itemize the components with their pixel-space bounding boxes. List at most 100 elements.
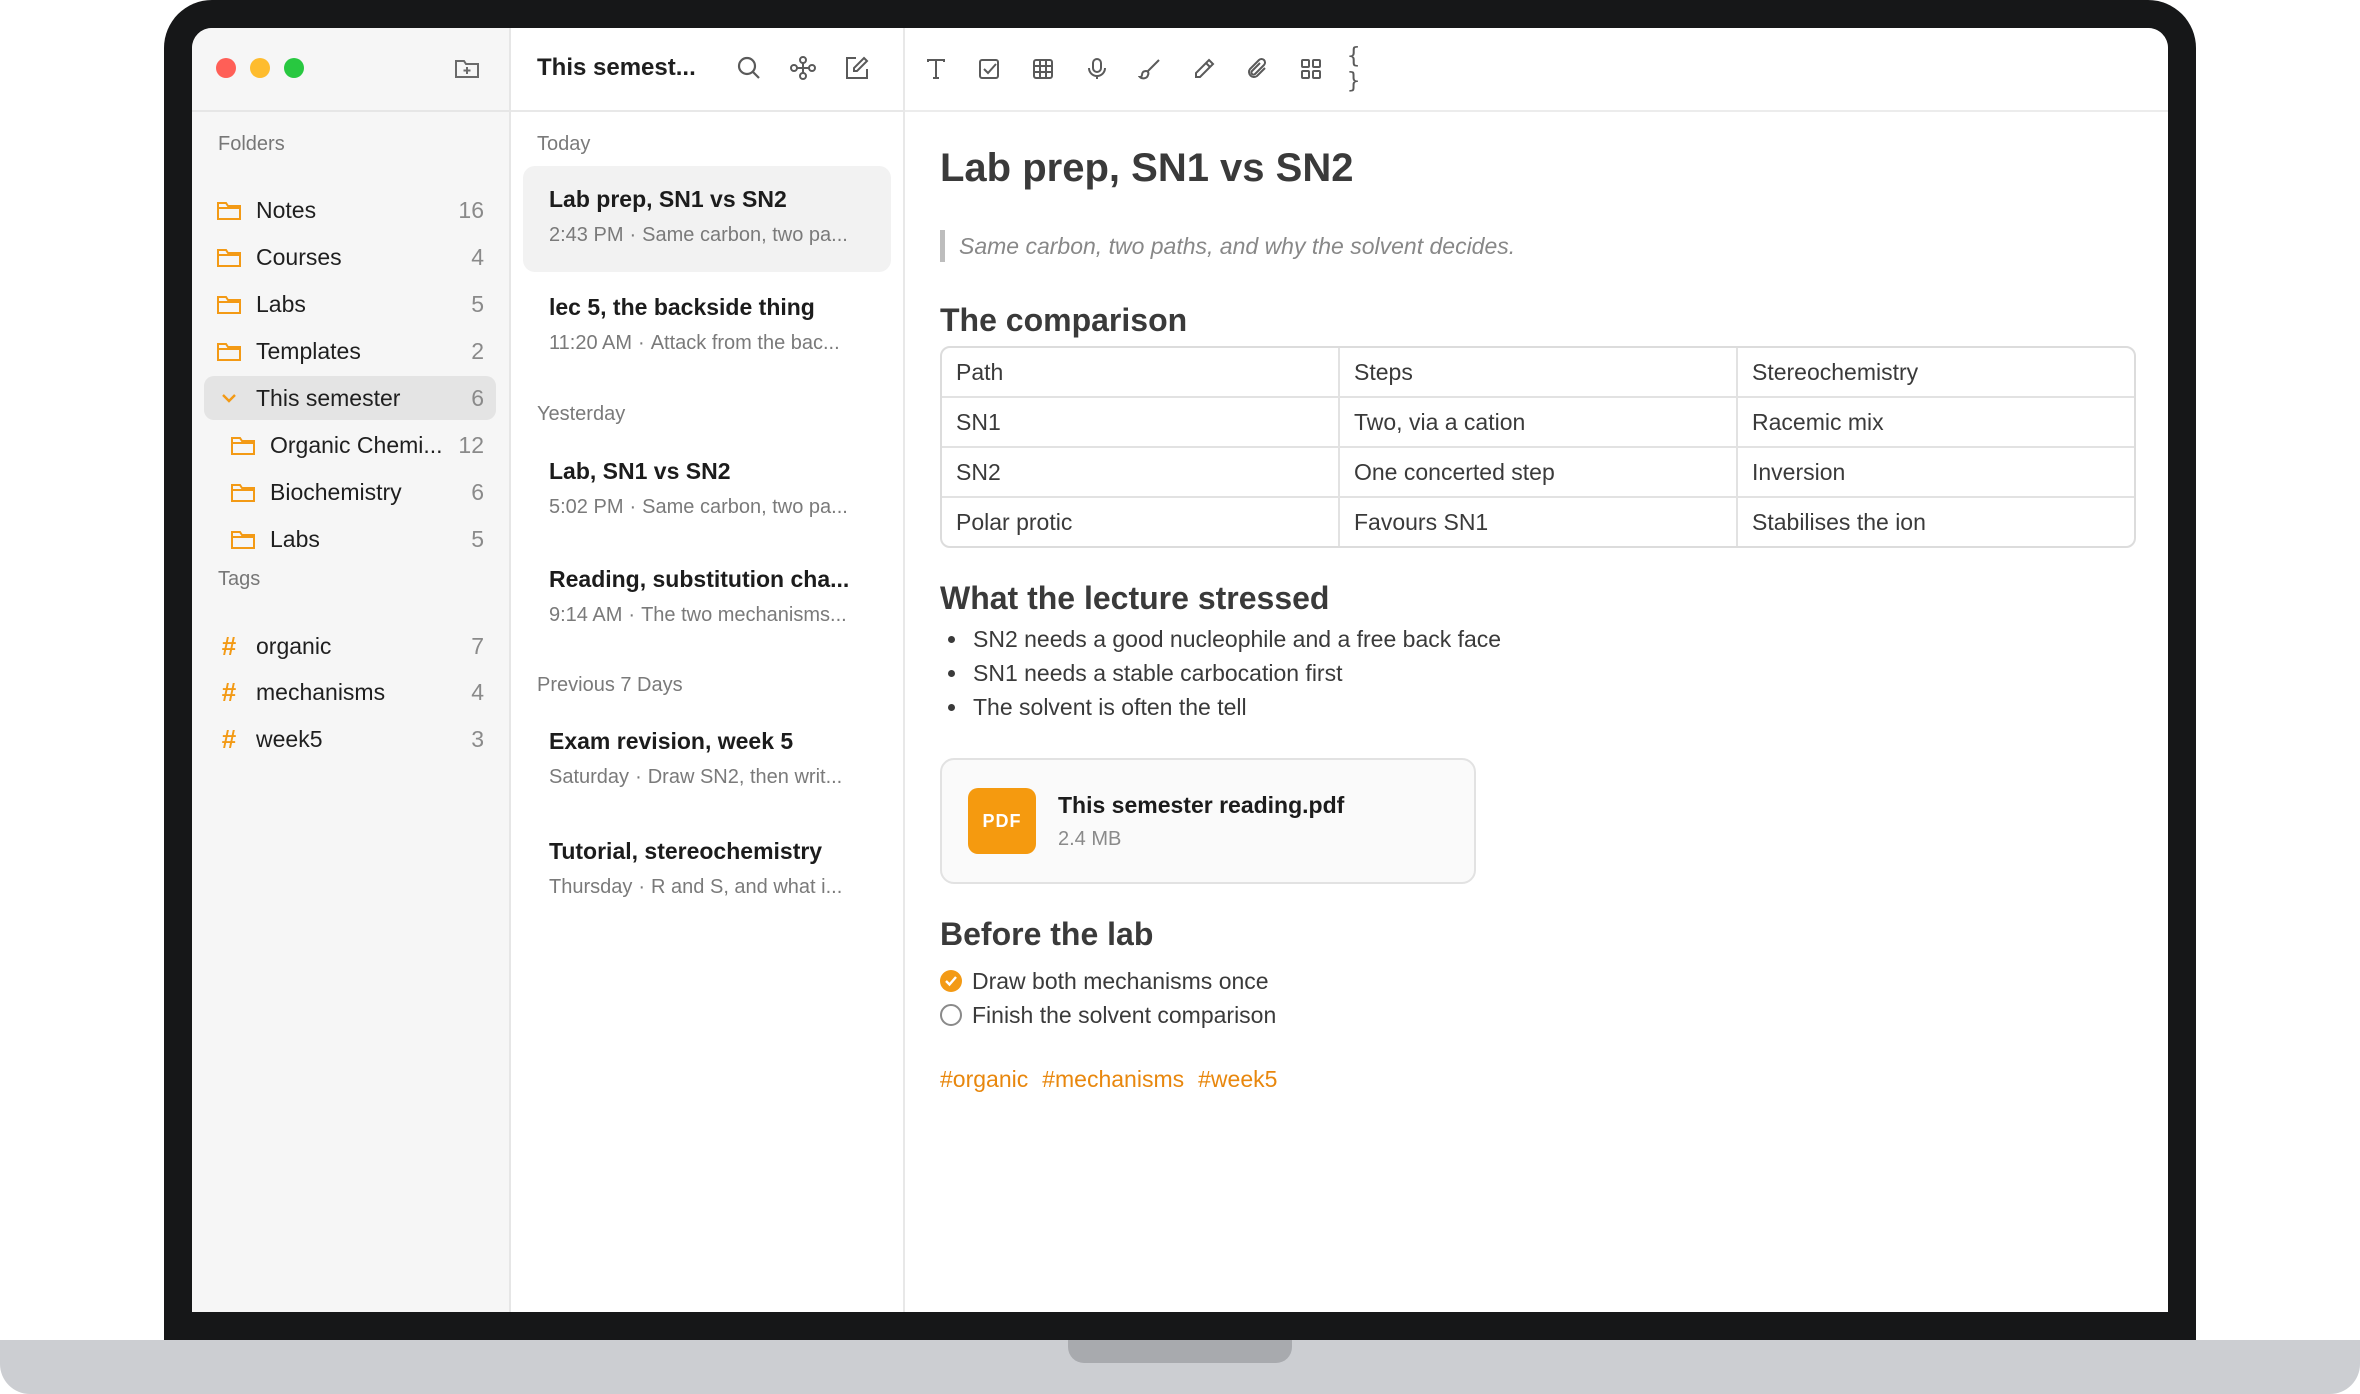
folder-label: This semester: [256, 384, 401, 411]
list-item[interactable]: SN1 needs a stable carbocation first: [940, 656, 1501, 690]
note-item[interactable]: Lab, SN1 vs SN2 5:02 PM · Same carbon, two…: [523, 438, 891, 544]
table-header-cell[interactable]: Steps: [1338, 348, 1736, 396]
table-icon: [1033, 59, 1053, 79]
sidebar-folder-templates[interactable]: Templates 2: [204, 329, 496, 373]
note-item[interactable]: Reading, substitution cha... 9:14 AM · The…: [523, 546, 891, 652]
list-item[interactable]: The solvent is often the tell: [940, 690, 1501, 724]
bullet-dot: [948, 703, 955, 711]
graph-icon: [790, 56, 816, 80]
table-header-cell[interactable]: Stereochemistry: [1736, 348, 2134, 396]
sidebar-tag-organic[interactable]: # organic 7: [204, 624, 496, 668]
sidebar-folder-courses[interactable]: Courses 4: [204, 235, 496, 279]
folder-label: Labs: [270, 525, 320, 552]
table-cell[interactable]: Favours SN1: [1338, 498, 1736, 546]
tag-label: organic: [256, 632, 332, 659]
window-controls: [216, 58, 304, 78]
grid-button[interactable]: [1294, 52, 1328, 86]
new-folder-icon: [455, 60, 479, 78]
new-note-button[interactable]: [841, 52, 873, 84]
graph-view-button[interactable]: [787, 52, 819, 84]
attachment-button[interactable]: [1240, 52, 1274, 86]
hashtag-icon: #: [221, 676, 237, 707]
folder-icon: [230, 481, 256, 503]
pdf-attachment[interactable]: PDF This semester reading.pdf 2.4 MB: [940, 758, 1476, 884]
sidebar-folder-organic-chemistry[interactable]: Organic Chemi... 12: [204, 423, 496, 467]
table-cell[interactable]: One concerted step: [1338, 448, 1736, 496]
note-title: Tutorial, stereochemistry: [549, 838, 823, 864]
note-item[interactable]: Lab prep, SN1 vs SN2 2:43 PM · Same carbon…: [523, 166, 891, 272]
heading-before-lab[interactable]: Before the lab: [940, 916, 1153, 953]
audio-button[interactable]: [1080, 52, 1114, 86]
sidebar-folder-this-semester[interactable]: This semester 6: [204, 376, 496, 420]
blockquote[interactable]: Same carbon, two paths, and why the solv…: [940, 230, 1515, 262]
note-item[interactable]: lec 5, the backside thing 11:20 AM · Attac…: [523, 274, 891, 380]
note-item[interactable]: Tutorial, stereochemistry Thursday · R and…: [523, 818, 891, 924]
folder-count: 6: [471, 478, 484, 505]
tag-link[interactable]: #week5: [1198, 1066, 1277, 1093]
sidebar-tag-week5[interactable]: # week5 3: [204, 717, 496, 761]
note-preview: Same carbon, two pa...: [642, 496, 848, 518]
table-row: SN2 One concerted step Inversion: [942, 446, 2134, 496]
table-cell[interactable]: SN1: [942, 398, 1338, 446]
note-meta: 9:14 AM · The two mechanisms...: [549, 604, 847, 626]
note-meta: Thursday · R and S, and what i...: [549, 876, 843, 898]
note-item[interactable]: Exam revision, week 5 Saturday · Draw SN2,…: [523, 708, 891, 814]
tag-label: mechanisms: [256, 678, 386, 705]
checklist-item: Draw both mechanisms once: [940, 964, 1269, 998]
note-title: Lab prep, SN1 vs SN2: [549, 186, 787, 212]
checklist-item: Finish the solvent comparison: [940, 998, 1276, 1032]
code-block-button[interactable]: { }: [1347, 44, 1381, 94]
paperclip-icon: [1248, 57, 1267, 78]
table-cell[interactable]: Polar protic: [942, 498, 1338, 546]
zoom-window-button[interactable]: [284, 58, 304, 78]
sidebar-folder-notes[interactable]: Notes 16: [204, 188, 496, 232]
table-header-cell[interactable]: Path: [942, 348, 1338, 396]
chevron-down-icon[interactable]: [216, 387, 242, 409]
minimize-window-button[interactable]: [250, 58, 270, 78]
list-item[interactable]: SN2 needs a good nucleophile and a free …: [940, 622, 1501, 656]
pencil-button[interactable]: [1187, 52, 1221, 86]
list-item-text: SN1 needs a stable carbocation first: [973, 660, 1343, 686]
table-cell[interactable]: Inversion: [1736, 448, 2134, 496]
note-time: 5:02 PM: [549, 496, 624, 518]
tag-link[interactable]: #mechanisms: [1042, 1066, 1184, 1093]
tag-link[interactable]: #organic: [940, 1066, 1028, 1093]
sidebar-tag-mechanisms[interactable]: # mechanisms 4: [204, 670, 496, 714]
close-window-button[interactable]: [216, 58, 236, 78]
folder-count: 5: [471, 525, 484, 552]
table-cell[interactable]: Stabilises the ion: [1736, 498, 2134, 546]
table-cell[interactable]: Two, via a cation: [1338, 398, 1736, 446]
tag-label: week5: [256, 725, 323, 752]
table-cell[interactable]: Racemic mix: [1736, 398, 2134, 446]
checkbox-checked[interactable]: [940, 970, 962, 992]
comparison-table[interactable]: Path Steps Stereochemistry SN1 Two, via …: [940, 346, 2136, 548]
heading-comparison[interactable]: The comparison: [940, 302, 1187, 339]
note-meta: 11:20 AM · Attack from the bac...: [549, 332, 840, 354]
note-list-title: This semest...: [537, 54, 696, 81]
folder-count: 6: [471, 384, 484, 411]
toolbar-divider: [905, 110, 2168, 112]
section-yesterday: Yesterday: [537, 403, 626, 425]
table-cell[interactable]: SN2: [942, 448, 1338, 496]
table-header-row: Path Steps Stereochemistry: [942, 348, 2134, 396]
folder-label: Notes: [256, 196, 317, 223]
sidebar-folder-biochemistry[interactable]: Biochemistry 6: [204, 470, 496, 514]
note-preview: Draw SN2, then writ...: [647, 766, 843, 788]
checklist-button[interactable]: [972, 52, 1006, 86]
brush-button[interactable]: [1133, 52, 1167, 86]
heading-lecture[interactable]: What the lecture stressed: [940, 580, 1329, 617]
checkbox-unchecked[interactable]: [940, 1004, 962, 1026]
text-format-button[interactable]: [919, 52, 953, 86]
document-title[interactable]: Lab prep, SN1 vs SN2: [940, 146, 1353, 191]
sidebar-folder-sub-labs[interactable]: Labs 5: [204, 517, 496, 561]
table-button[interactable]: [1026, 52, 1060, 86]
hashtag-icon: #: [221, 630, 237, 661]
new-folder-button[interactable]: [451, 52, 483, 84]
folders-section-title: Folders: [218, 133, 285, 155]
bullet-dot: [948, 669, 955, 677]
search-button[interactable]: [733, 52, 765, 84]
sidebar-folder-labs[interactable]: Labs 5: [204, 282, 496, 326]
section-today: Today: [537, 133, 591, 155]
note-preview: R and S, and what i...: [651, 876, 843, 898]
folder-count: 12: [458, 431, 484, 458]
